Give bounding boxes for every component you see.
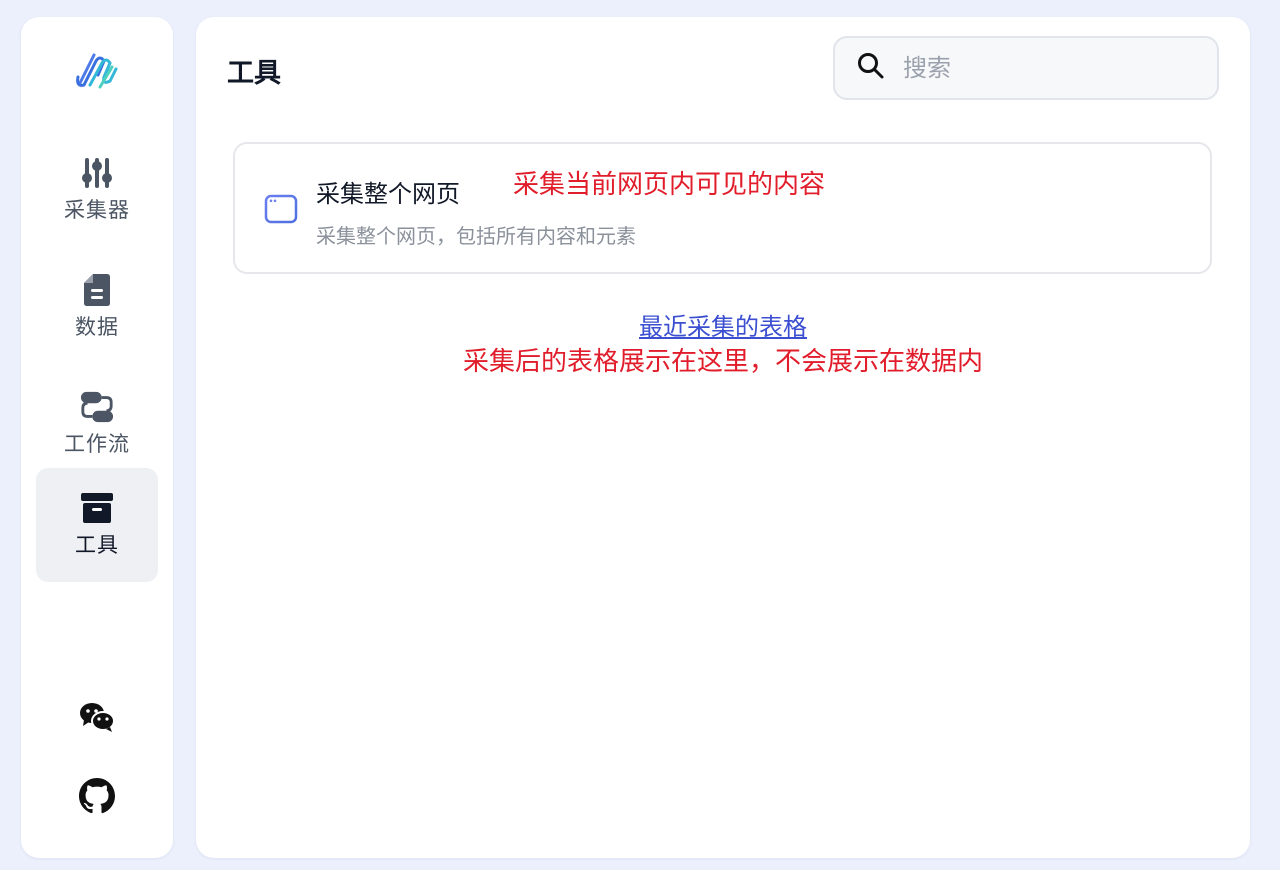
sidebar-item-label: 数据 (75, 315, 119, 339)
workflow-icon (80, 390, 114, 424)
browser-window-icon (264, 194, 298, 224)
sidebar-item-tools[interactable]: 工具 (36, 468, 158, 582)
sidebar-item-collector[interactable]: 采集器 (36, 133, 158, 247)
tool-description: 采集整个网页，包括所有内容和元素 (316, 224, 636, 248)
tool-annotation: 采集当前网页内可见的内容 (513, 170, 826, 200)
search-box[interactable] (833, 36, 1219, 100)
app-logo[interactable] (72, 47, 122, 97)
wechat-icon[interactable] (79, 699, 115, 735)
search-input[interactable] (903, 54, 1203, 82)
tool-title: 采集整个网页 (316, 180, 460, 208)
recent-tables-annotation: 采集后的表格展示在这里，不会展示在数据内 (462, 347, 983, 377)
document-icon (80, 273, 114, 307)
sidebar-item-label: 工具 (75, 533, 119, 557)
sidebar: 采集器 数据 工作流 工具 (21, 17, 173, 858)
tool-card-capture-page[interactable]: 采集整个网页 采集整个网页，包括所有内容和元素 采集当前网页内可见的内容 (233, 142, 1212, 274)
page-title: 工具 (227, 58, 281, 89)
sliders-icon (80, 156, 114, 190)
archive-box-icon (80, 491, 114, 525)
sidebar-item-workflow[interactable]: 工作流 (36, 367, 158, 481)
github-icon[interactable] (79, 778, 115, 814)
main-panel: 工具 采集整个网页 (196, 17, 1250, 858)
sidebar-item-label: 采集器 (64, 198, 130, 222)
sidebar-item-label: 工作流 (64, 432, 130, 456)
recent-tables-link[interactable]: 最近采集的表格 (196, 307, 1250, 342)
search-icon (857, 52, 885, 84)
sidebar-item-data[interactable]: 数据 (36, 250, 158, 364)
